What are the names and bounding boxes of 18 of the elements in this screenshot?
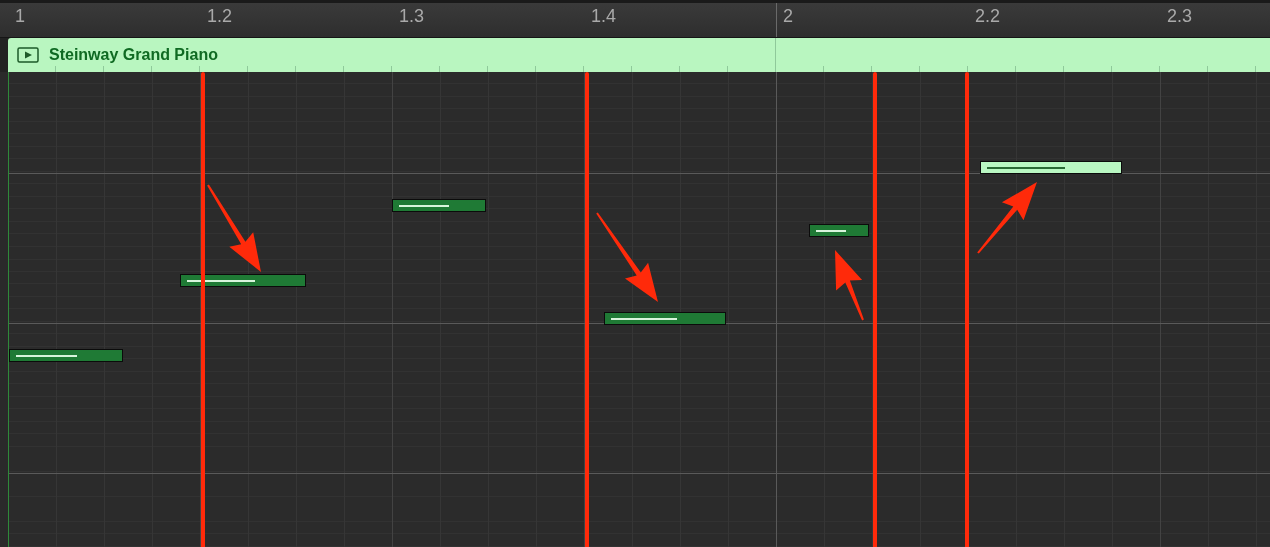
midi-note[interactable] (980, 161, 1122, 174)
ruler-label: 1.2 (207, 7, 233, 25)
ruler-label: 2.3 (1167, 7, 1193, 25)
midi-note[interactable] (604, 312, 726, 325)
midi-note[interactable] (9, 349, 123, 362)
midi-note[interactable] (809, 224, 869, 237)
ruler-label: 2.2 (975, 7, 1001, 25)
ruler-label: 1.4 (591, 7, 617, 25)
ruler-label: 2 (783, 7, 793, 25)
region-title: Steinway Grand Piano (49, 46, 218, 64)
midi-note[interactable] (180, 274, 306, 287)
ruler-label: 1 (15, 7, 25, 25)
play-icon[interactable] (17, 47, 39, 63)
arrow (835, 250, 864, 321)
region-header[interactable]: Steinway Grand Piano (8, 38, 1270, 72)
midi-note[interactable] (392, 199, 486, 212)
arrow (977, 182, 1037, 254)
ruler-label: 1.3 (399, 7, 425, 25)
